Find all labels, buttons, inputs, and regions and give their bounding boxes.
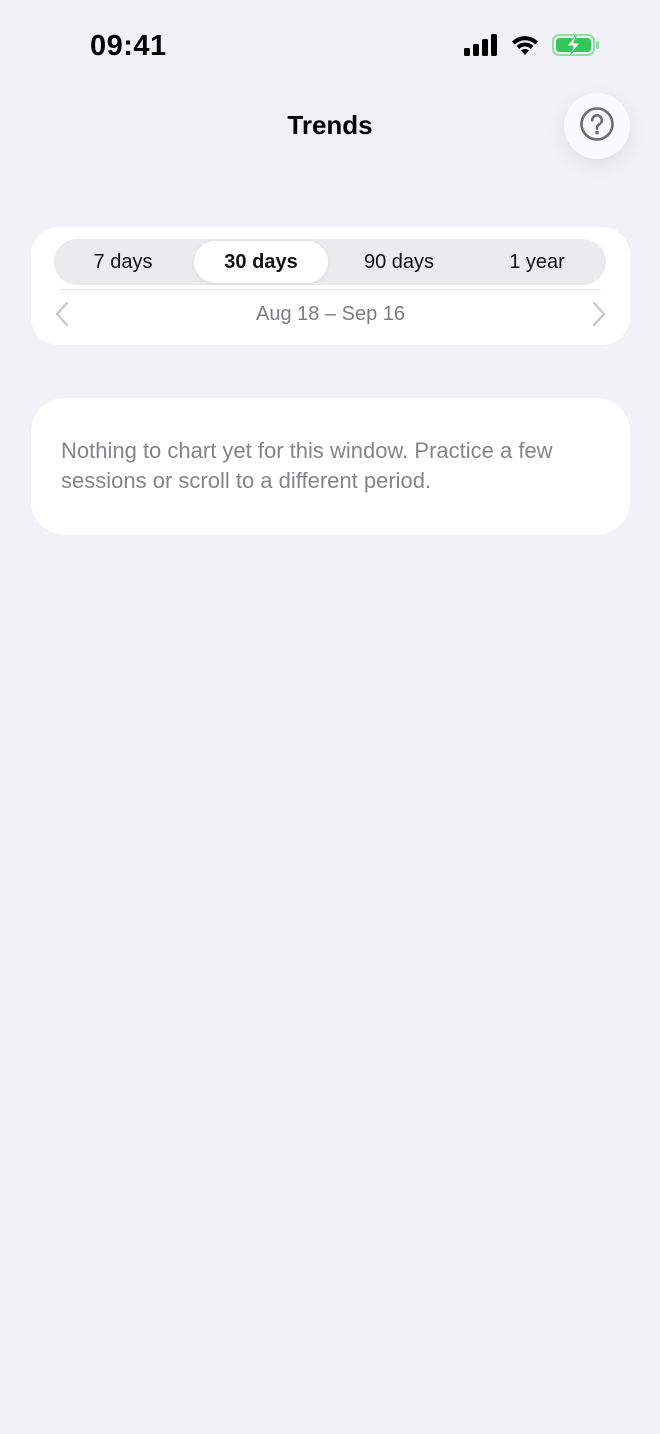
status-bar: 09:41 [0, 0, 660, 96]
range-picker-card: 7 days 30 days 90 days 1 year Aug 18 – S… [31, 227, 630, 345]
segment-1-year[interactable]: 1 year [470, 241, 604, 283]
segment-7-days[interactable]: 7 days [56, 241, 190, 283]
empty-state-card: Nothing to chart yet for this window. Pr… [31, 398, 630, 535]
segment-90-days[interactable]: 90 days [332, 241, 466, 283]
period-segmented-control: 7 days 30 days 90 days 1 year [54, 239, 606, 285]
battery-charging-icon [552, 34, 600, 61]
wifi-icon [510, 34, 540, 61]
date-range-navigator: Aug 18 – Sep 16 [31, 295, 630, 337]
question-circle-icon [579, 106, 615, 147]
date-range-label: Aug 18 – Sep 16 [255, 303, 405, 325]
next-period-button[interactable] [584, 301, 614, 331]
help-button[interactable] [564, 93, 630, 159]
divider [60, 289, 601, 290]
navigation-bar: Trends [0, 96, 660, 160]
chevron-right-icon [591, 301, 607, 332]
cellular-signal-icon [464, 34, 498, 61]
empty-state-message: Nothing to chart yet for this window. Pr… [61, 438, 553, 493]
page-title: Trends [287, 110, 373, 140]
status-time: 09:41 [90, 30, 167, 62]
segment-30-days[interactable]: 30 days [194, 241, 328, 283]
status-icons [464, 34, 600, 61]
